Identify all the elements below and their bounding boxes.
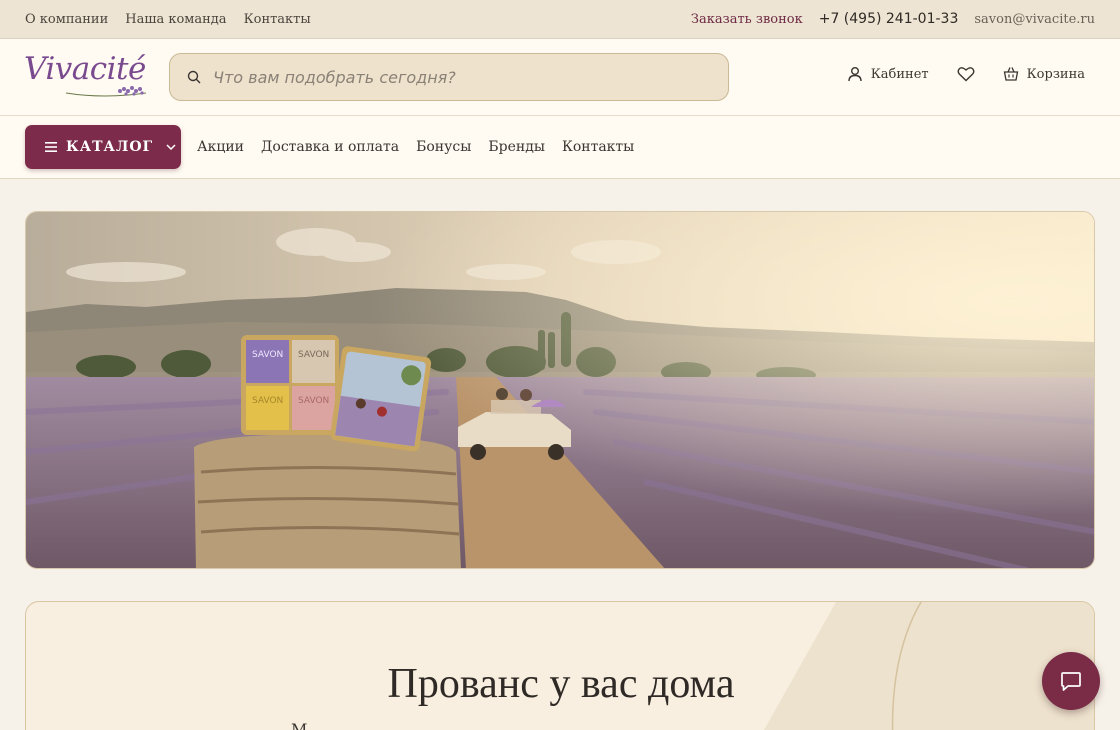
cart-label: Корзина <box>1026 66 1085 82</box>
basket-icon <box>1003 67 1018 81</box>
menu-icon <box>45 142 57 152</box>
chat-button[interactable] <box>1042 652 1100 710</box>
favorites-button[interactable] <box>957 66 975 82</box>
site-header: Vivacité Кабинет <box>0 39 1120 116</box>
main-nav: КАТАЛОГ Акции Доставка и оплата Бонусы Б… <box>0 116 1120 179</box>
nav-link-contacts[interactable]: Контакты <box>562 139 634 155</box>
soap-label-1: SAVON <box>252 350 283 360</box>
heart-icon <box>957 67 975 82</box>
promo-section: Прованс у вас дома М <box>25 601 1095 730</box>
user-icon <box>848 67 862 82</box>
phone-number[interactable]: +7 (495) 241-01-33 <box>819 11 959 27</box>
soap-label-3: SAVON <box>252 396 283 406</box>
account-button[interactable]: Кабинет <box>847 66 929 82</box>
catalog-button[interactable]: КАТАЛОГ <box>25 125 181 169</box>
nav-link-brands[interactable]: Бренды <box>488 139 545 155</box>
account-label: Кабинет <box>870 66 929 82</box>
email-link[interactable]: savon@vivacite.ru <box>974 12 1095 27</box>
cart-button[interactable]: Корзина <box>1003 66 1085 82</box>
callback-link[interactable]: Заказать звонок <box>691 12 803 27</box>
promo-subtitle: М <box>291 720 308 730</box>
top-link-about[interactable]: О компании <box>25 12 108 27</box>
chat-icon <box>1061 672 1081 691</box>
provence-lavender-illustration: SAVON SAVON SAVON SAVON <box>26 212 1094 568</box>
nav-link-promo[interactable]: Акции <box>197 139 244 155</box>
search-input[interactable] <box>213 67 693 87</box>
nav-link-delivery[interactable]: Доставка и оплата <box>261 139 399 155</box>
hero-banner[interactable]: SAVON SAVON SAVON SAVON <box>25 211 1095 569</box>
logo[interactable]: Vivacité <box>24 49 148 101</box>
search-icon <box>187 70 201 84</box>
nav-link-bonuses[interactable]: Бонусы <box>416 139 471 155</box>
soap-label-2: SAVON <box>298 350 329 360</box>
top-bar: О компании Наша команда Контакты Заказат… <box>0 0 1120 39</box>
soap-label-4: SAVON <box>298 396 329 406</box>
top-links: О компании Наша команда Контакты <box>25 12 311 27</box>
top-link-contacts[interactable]: Контакты <box>244 12 311 27</box>
top-link-team[interactable]: Наша команда <box>125 12 226 27</box>
catalog-label: КАТАЛОГ <box>66 139 154 155</box>
promo-title: Прованс у вас дома <box>387 661 735 707</box>
chevron-down-icon <box>166 144 176 150</box>
search-bar[interactable] <box>169 53 729 101</box>
lavender-sprig-icon <box>65 86 147 97</box>
